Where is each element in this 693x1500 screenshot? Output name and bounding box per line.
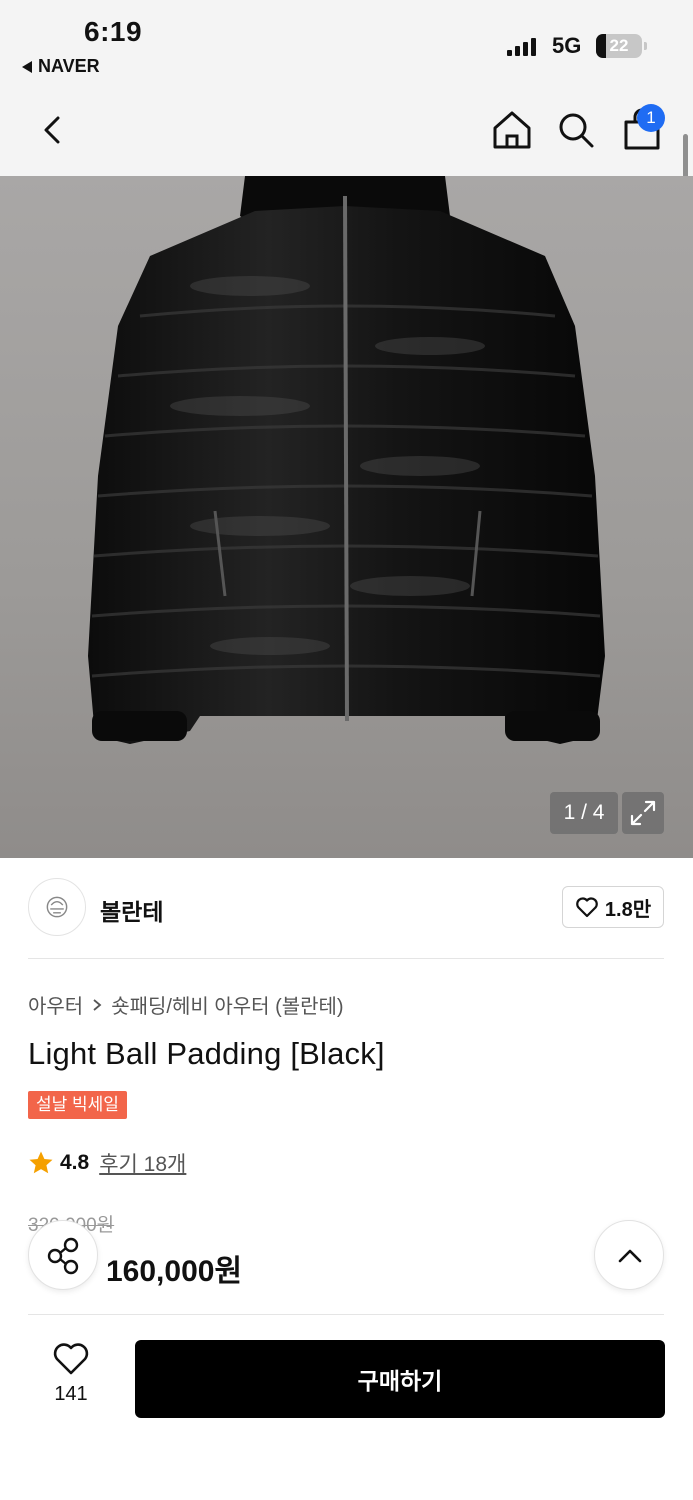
chevron-right-icon — [93, 998, 102, 1011]
network-label: 5G — [552, 33, 582, 58]
image-counter: 1 / 4 — [550, 792, 618, 834]
back-app-label: NAVER — [38, 56, 100, 76]
wishlist-button[interactable]: 141 — [40, 1342, 102, 1406]
signal-icon — [507, 38, 536, 56]
reviews-link[interactable]: 후기 18개 — [99, 1148, 186, 1178]
share-button[interactable] — [28, 1220, 98, 1290]
home-icon[interactable] — [490, 108, 534, 152]
battery-level: 22 — [609, 36, 629, 55]
share-icon — [47, 1237, 79, 1275]
star-icon — [29, 1151, 53, 1174]
chevron-up-icon — [618, 1249, 642, 1263]
search-icon[interactable] — [556, 108, 596, 152]
scroll-top-button[interactable] — [594, 1220, 664, 1290]
brand-name[interactable]: 볼란테 — [100, 893, 163, 927]
brand-like-button[interactable]: 1.8만 — [562, 886, 664, 928]
expand-icon[interactable] — [622, 792, 664, 834]
brand-logo[interactable] — [28, 878, 86, 936]
battery-icon: 22 — [596, 34, 647, 58]
status-time: 6:19 — [84, 16, 143, 47]
cart-badge: 1 — [637, 104, 665, 132]
brand-like-count: 1.8만 — [604, 898, 652, 921]
status-bar: 6:19 NAVER 5G 22 — [0, 0, 693, 88]
jacket-illustration — [88, 176, 605, 744]
breadcrumb-parent[interactable]: 아우터 — [28, 990, 83, 1019]
breadcrumb: 아우터 숏패딩/헤비 아우터 (볼란테) — [28, 990, 344, 1019]
back-arrow-icon[interactable] — [34, 108, 74, 152]
rating-score: 4.8 — [60, 1151, 90, 1174]
product-title: Light Ball Padding [Black] — [28, 1036, 385, 1071]
heart-icon — [576, 897, 598, 918]
divider — [28, 1314, 664, 1315]
product-image[interactable] — [0, 176, 693, 858]
divider — [28, 958, 664, 959]
breadcrumb-child[interactable]: 숏패딩/헤비 아우터 (볼란테) — [111, 990, 343, 1019]
top-nav — [0, 88, 693, 176]
rating-row: 4.8 후기 18개 — [28, 1148, 186, 1178]
heart-icon — [53, 1343, 89, 1375]
wishlist-count: 141 — [54, 1383, 88, 1405]
buy-button[interactable]: 구매하기 — [135, 1340, 665, 1418]
sale-price: 160,000원 — [106, 1255, 243, 1288]
back-to-app[interactable]: NAVER — [22, 56, 100, 77]
back-triangle-icon — [22, 60, 32, 73]
sale-tag: 설날 빅세일 — [28, 1091, 127, 1119]
